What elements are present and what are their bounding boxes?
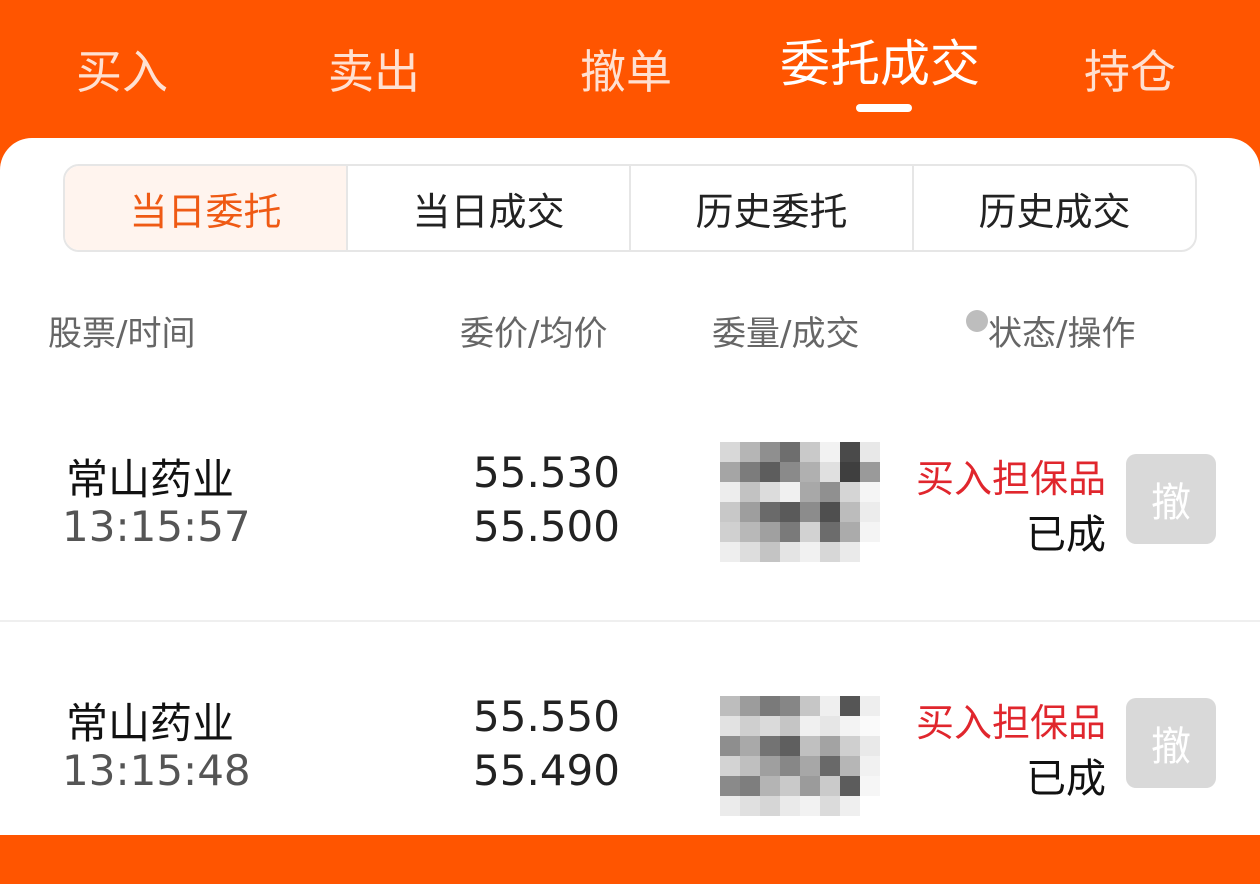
order-type: 买入担保品 <box>915 701 1106 745</box>
tab-orders-trades[interactable]: 委托成交 <box>780 32 980 102</box>
active-tab-indicator <box>856 104 912 112</box>
column-header-price: 委价/均价 <box>460 314 608 354</box>
average-price: 55.500 <box>473 502 620 551</box>
redacted-quantity-mosaic <box>720 696 880 816</box>
tab-cancel-order[interactable]: 撤单 <box>580 40 672 110</box>
cancel-order-button[interactable]: 撤 <box>1126 698 1216 788</box>
tab-positions[interactable]: 持仓 <box>1084 40 1176 110</box>
segment-today-orders[interactable]: 当日委托 <box>65 166 346 250</box>
cancel-order-button[interactable]: 撤 <box>1126 454 1216 544</box>
column-header-quantity: 委量/成交 <box>712 314 860 354</box>
indicator-dot-icon <box>966 310 988 332</box>
order-status: 已成 <box>1026 512 1106 558</box>
column-header-stock-time: 股票/时间 <box>48 314 196 354</box>
column-header-status: 状态/操作 <box>988 314 1136 354</box>
order-price: 55.550 <box>473 692 620 741</box>
segment-history-trades[interactable]: 历史成交 <box>912 166 1195 250</box>
order-status: 已成 <box>1026 756 1106 802</box>
order-row[interactable]: 常山药业 13:15:57 55.530 55.500 买入担保品 已成 撤 <box>0 400 1260 640</box>
average-price: 55.490 <box>473 746 620 795</box>
tab-sell[interactable]: 卖出 <box>328 40 420 110</box>
order-type: 买入担保品 <box>915 457 1106 501</box>
segment-today-trades[interactable]: 当日成交 <box>346 166 629 250</box>
row-divider <box>0 620 1260 622</box>
segmented-control: 当日委托 当日成交 历史委托 历史成交 <box>63 164 1197 252</box>
top-navigation-bar: 买入 卖出 撤单 委托成交 持仓 <box>0 0 1260 150</box>
order-time: 13:15:57 <box>62 502 251 551</box>
order-price: 55.530 <box>473 448 620 497</box>
segment-history-orders[interactable]: 历史委托 <box>629 166 912 250</box>
order-time: 13:15:48 <box>62 746 251 795</box>
order-row[interactable]: 常山药业 13:15:48 55.550 55.490 买入担保品 已成 撤 <box>0 644 1260 884</box>
stock-name: 常山药业 <box>66 455 235 504</box>
redacted-quantity-mosaic <box>720 442 880 562</box>
orders-panel: 当日委托 当日成交 历史委托 历史成交 股票/时间 委价/均价 委量/成交 状态… <box>0 138 1260 835</box>
tab-buy[interactable]: 买入 <box>76 40 168 110</box>
stock-name: 常山药业 <box>66 699 235 748</box>
